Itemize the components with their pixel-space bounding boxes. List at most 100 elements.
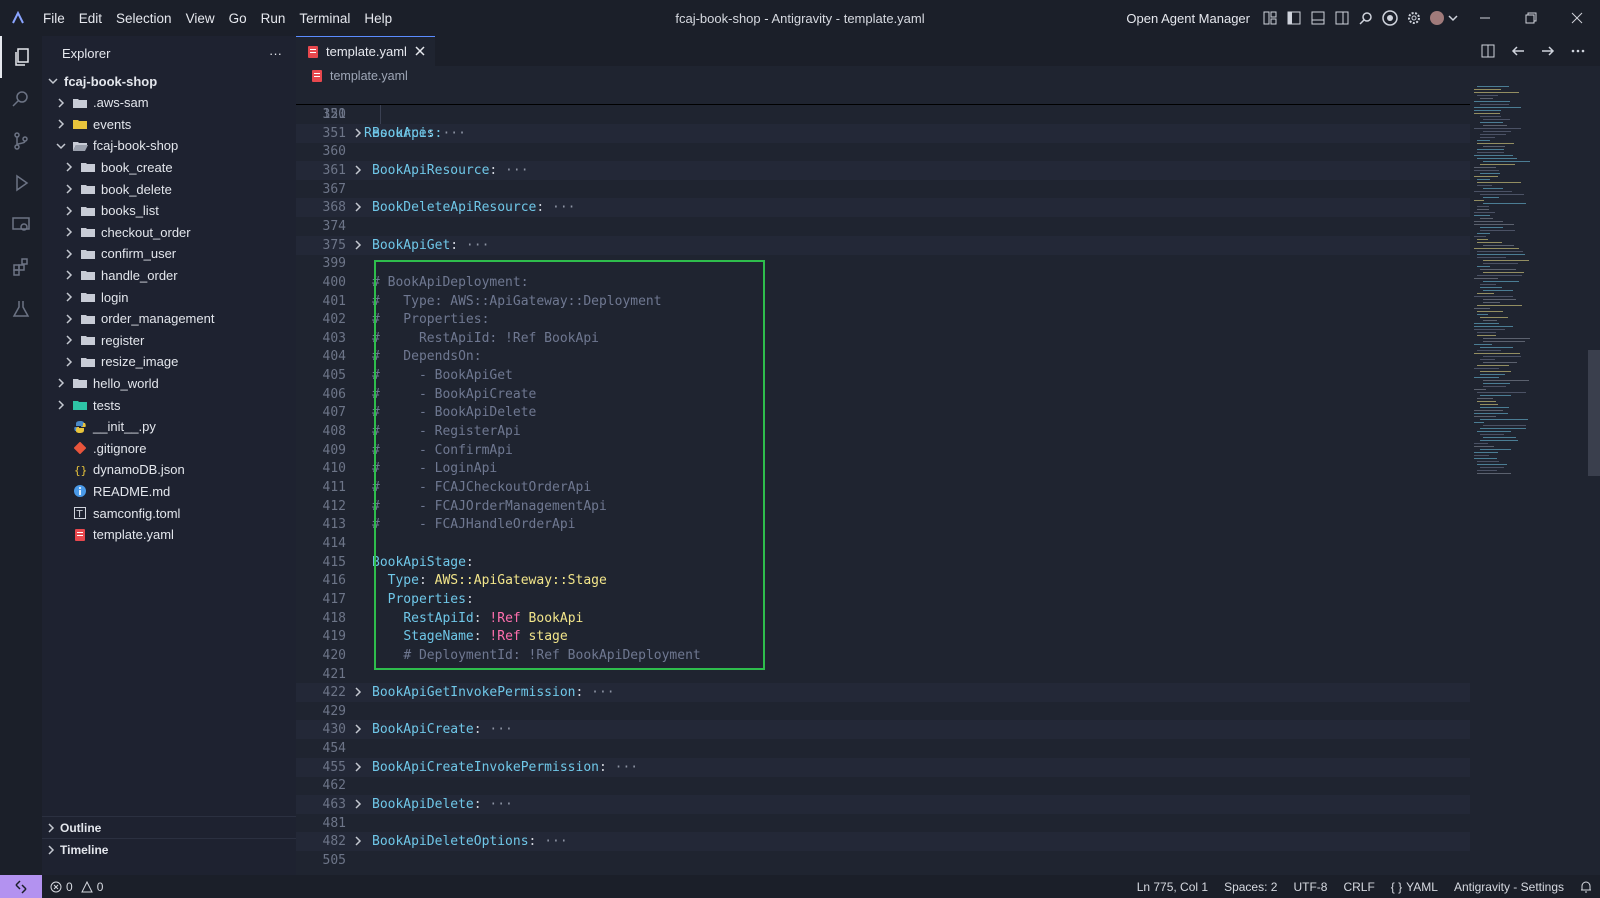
search-icon[interactable] xyxy=(1354,6,1378,30)
code-line[interactable]: 420 # DeploymentId: !Ref BookApiDeployme… xyxy=(296,646,1470,665)
search-view-icon[interactable] xyxy=(0,78,42,120)
code-line[interactable]: 482 BookApiDeleteOptions: ··· xyxy=(296,832,1470,852)
code-line[interactable]: 463 BookApiDelete: ··· xyxy=(296,795,1470,815)
folded-ellipsis[interactable]: ··· xyxy=(607,760,639,775)
code-line[interactable]: 360 xyxy=(296,142,1470,161)
cursor-position[interactable]: Ln 775, Col 1 xyxy=(1129,880,1216,894)
fold-chevron-icon[interactable] xyxy=(352,236,364,256)
code-line[interactable]: 412 # - FCAJOrderManagementApi xyxy=(296,497,1470,516)
antigravity-settings[interactable]: Antigravity - Settings xyxy=(1446,880,1572,894)
tree-item[interactable]: order_management xyxy=(42,308,296,330)
tree-item[interactable]: handle_order xyxy=(42,264,296,286)
problems-indicator[interactable]: 0 0 xyxy=(50,880,103,894)
section-outline[interactable]: Outline xyxy=(42,816,296,838)
code-line[interactable]: 462 xyxy=(296,776,1470,795)
menu-view[interactable]: View xyxy=(179,0,222,36)
tree-item[interactable]: resize_image xyxy=(42,351,296,373)
remote-explorer-icon[interactable] xyxy=(0,204,42,246)
code-line[interactable]: 368 BookDeleteApiResource: ··· xyxy=(296,198,1470,218)
code-line[interactable]: 407 # - BookApiDelete xyxy=(296,403,1470,422)
fold-chevron-icon[interactable] xyxy=(352,720,364,740)
menu-edit[interactable]: Edit xyxy=(72,0,109,36)
fold-chevron-icon[interactable] xyxy=(352,198,364,218)
notifications-bell-icon[interactable] xyxy=(1572,880,1600,893)
fold-chevron-icon[interactable] xyxy=(352,124,364,144)
chrome-browser-icon[interactable] xyxy=(1378,6,1402,30)
tree-item[interactable]: confirm_user xyxy=(42,243,296,265)
close-window-icon[interactable] xyxy=(1554,0,1600,36)
minimap[interactable] xyxy=(1470,86,1588,875)
language-mode[interactable]: { } YAML xyxy=(1383,880,1446,894)
fold-chevron-icon[interactable] xyxy=(352,683,364,703)
more-actions-icon[interactable] xyxy=(1566,39,1590,63)
menu-help[interactable]: Help xyxy=(357,0,399,36)
menu-file[interactable]: File xyxy=(36,0,72,36)
folded-ellipsis[interactable]: ··· xyxy=(458,238,490,253)
tree-item[interactable]: tests xyxy=(42,394,296,416)
tree-item[interactable]: __init__.py xyxy=(42,416,296,438)
go-back-arrow-icon[interactable] xyxy=(1506,39,1530,63)
tree-item[interactable]: template.yaml xyxy=(42,524,296,546)
run-debug-icon[interactable] xyxy=(0,162,42,204)
code-line[interactable]: 367 xyxy=(296,180,1470,199)
code-line[interactable]: 351 BookApi: ··· xyxy=(296,123,1470,144)
section-timeline[interactable]: Timeline xyxy=(42,838,296,860)
folded-ellipsis[interactable]: ··· xyxy=(497,163,529,178)
folded-ellipsis[interactable]: ··· xyxy=(482,797,513,812)
code-line[interactable]: 405 # - BookApiGet xyxy=(296,366,1470,385)
source-control-icon[interactable] xyxy=(0,120,42,162)
tree-item[interactable]: book_delete xyxy=(42,178,296,200)
tree-item[interactable]: login xyxy=(42,286,296,308)
code-line[interactable]: 402 # Properties: xyxy=(296,310,1470,329)
fold-chevron-icon[interactable] xyxy=(352,832,364,852)
code-line[interactable]: 401 # Type: AWS::ApiGateway::Deployment xyxy=(296,292,1470,311)
restore-icon[interactable] xyxy=(1508,0,1554,36)
menu-go[interactable]: Go xyxy=(222,0,254,36)
folded-ellipsis[interactable]: ··· xyxy=(583,685,615,700)
menu-terminal[interactable]: Terminal xyxy=(292,0,357,36)
tree-item[interactable]: register xyxy=(42,329,296,351)
menu-run[interactable]: Run xyxy=(254,0,293,36)
split-editor-icon[interactable] xyxy=(1476,39,1500,63)
go-forward-arrow-icon[interactable] xyxy=(1536,39,1560,63)
folded-ellipsis[interactable]: ··· xyxy=(544,200,576,215)
tree-item[interactable]: books_list xyxy=(42,200,296,222)
tree-item[interactable]: events xyxy=(42,113,296,135)
scrollbar-thumb[interactable] xyxy=(1588,350,1600,476)
code-line[interactable]: 404 # DependsOn: xyxy=(296,347,1470,366)
tree-item[interactable]: .gitignore xyxy=(42,437,296,459)
tree-item[interactable]: checkout_order xyxy=(42,221,296,243)
explorer-icon[interactable] xyxy=(0,36,42,78)
code-line[interactable]: 374 xyxy=(296,217,1470,236)
code-line[interactable]: 421 xyxy=(296,665,1470,684)
explorer-more-actions-icon[interactable]: ··· xyxy=(269,46,282,61)
tree-item[interactable]: fcaj-book-shop xyxy=(42,135,296,157)
tree-item[interactable]: README.md xyxy=(42,480,296,502)
tree-item[interactable]: {} dynamoDB.json xyxy=(42,459,296,481)
code-line[interactable]: 481 xyxy=(296,814,1470,833)
code-line[interactable]: 361 BookApiResource: ··· xyxy=(296,160,1470,180)
code-line[interactable]: 422 BookApiGetInvokePermission: ··· xyxy=(296,683,1470,703)
close-tab-icon[interactable] xyxy=(415,44,425,59)
code-line[interactable]: 415 BookApiStage: xyxy=(296,553,1470,572)
tree-item[interactable]: hello_world xyxy=(42,372,296,394)
code-line[interactable]: 409 # - ConfirmApi xyxy=(296,441,1470,460)
settings-gear-icon[interactable] xyxy=(1402,6,1426,30)
code-line[interactable]: 406 # - BookApiCreate xyxy=(296,385,1470,404)
menu-selection[interactable]: Selection xyxy=(109,0,179,36)
code-line[interactable]: 429 xyxy=(296,702,1470,721)
minimize-icon[interactable] xyxy=(1462,0,1508,36)
tab-template-yaml[interactable]: template.yaml xyxy=(296,36,435,66)
toggle-panel-icon[interactable] xyxy=(1306,6,1330,30)
code-line[interactable]: 410 # - LoginApi xyxy=(296,459,1470,478)
code-line[interactable]: 414 xyxy=(296,534,1470,553)
account-avatar-icon[interactable] xyxy=(1426,6,1462,30)
code-line[interactable]: 400 # BookApiDeployment: xyxy=(296,273,1470,292)
end-of-line[interactable]: CRLF xyxy=(1335,880,1382,894)
code-line[interactable]: 454 xyxy=(296,739,1470,758)
code-line[interactable]: 419 StageName: !Ref stage xyxy=(296,627,1470,646)
code-line[interactable]: 375 BookApiGet: ··· xyxy=(296,235,1470,256)
sticky-scroll-line[interactable]: 121 Resources: xyxy=(296,86,1470,141)
folded-ellipsis[interactable]: ··· xyxy=(482,722,513,737)
code-line[interactable]: 408 # - RegisterApi xyxy=(296,422,1470,441)
